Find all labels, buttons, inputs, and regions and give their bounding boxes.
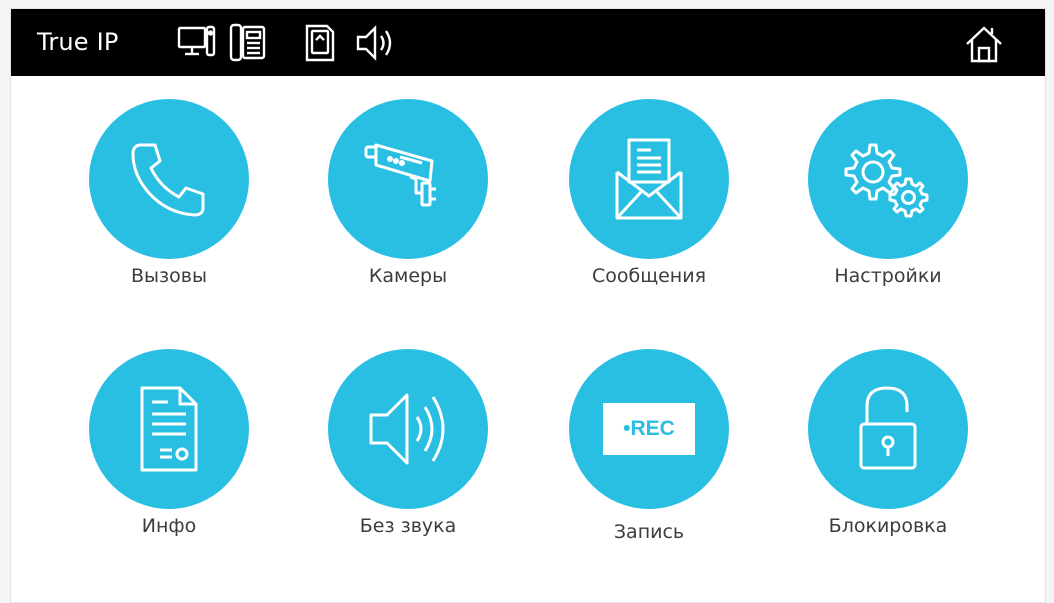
tile-label: Вызовы <box>131 265 207 287</box>
unlock-icon <box>859 386 917 470</box>
phone-icon <box>131 143 205 217</box>
rec-badge-text: •REC <box>623 417 675 440</box>
envelope-icon <box>615 138 683 220</box>
tile-settings[interactable]: Настройки <box>803 99 973 299</box>
monitor-icon <box>177 23 217 61</box>
screen: True IP Вызовы Камеры Сообщения Настройк… <box>10 8 1046 603</box>
rec-icon: •REC <box>603 403 695 455</box>
tile-label: Запись <box>613 521 685 543</box>
tile-label: Камеры <box>368 265 448 287</box>
gears-icon <box>844 143 929 218</box>
tile-cameras[interactable]: Камеры <box>323 99 493 299</box>
calls-button[interactable] <box>89 99 249 259</box>
sd-card-icon <box>303 23 337 63</box>
tile-messages[interactable]: Сообщения <box>564 99 734 299</box>
top-bar: True IP <box>11 9 1045 76</box>
tile-calls[interactable]: Вызовы <box>84 99 254 299</box>
tile-info[interactable]: Инфо <box>84 349 254 549</box>
document-icon <box>140 386 198 472</box>
cameras-button[interactable] <box>328 99 488 259</box>
tile-record[interactable]: •REC Запись <box>564 349 734 549</box>
settings-button[interactable] <box>808 99 968 259</box>
messages-button[interactable] <box>569 99 729 259</box>
mute-button[interactable] <box>328 349 488 509</box>
home-icon <box>966 26 1002 63</box>
record-button[interactable]: •REC <box>569 349 729 509</box>
speaker-icon <box>369 393 445 465</box>
home-button[interactable] <box>963 23 1005 69</box>
tile-label: Блокировка <box>828 515 948 537</box>
tile-label: Настройки <box>834 265 942 287</box>
tile-label: Сообщения <box>591 265 707 287</box>
intercom-icon <box>229 23 267 63</box>
brand-logo: True IP <box>37 28 119 56</box>
info-button[interactable] <box>89 349 249 509</box>
tile-label: Инфо <box>141 515 197 537</box>
lock-button[interactable] <box>808 349 968 509</box>
camera-icon <box>364 143 436 207</box>
speaker-icon <box>355 23 399 63</box>
tile-mute[interactable]: Без звука <box>323 349 493 549</box>
tile-lock[interactable]: Блокировка <box>803 349 973 549</box>
tile-label: Без звука <box>359 515 457 537</box>
